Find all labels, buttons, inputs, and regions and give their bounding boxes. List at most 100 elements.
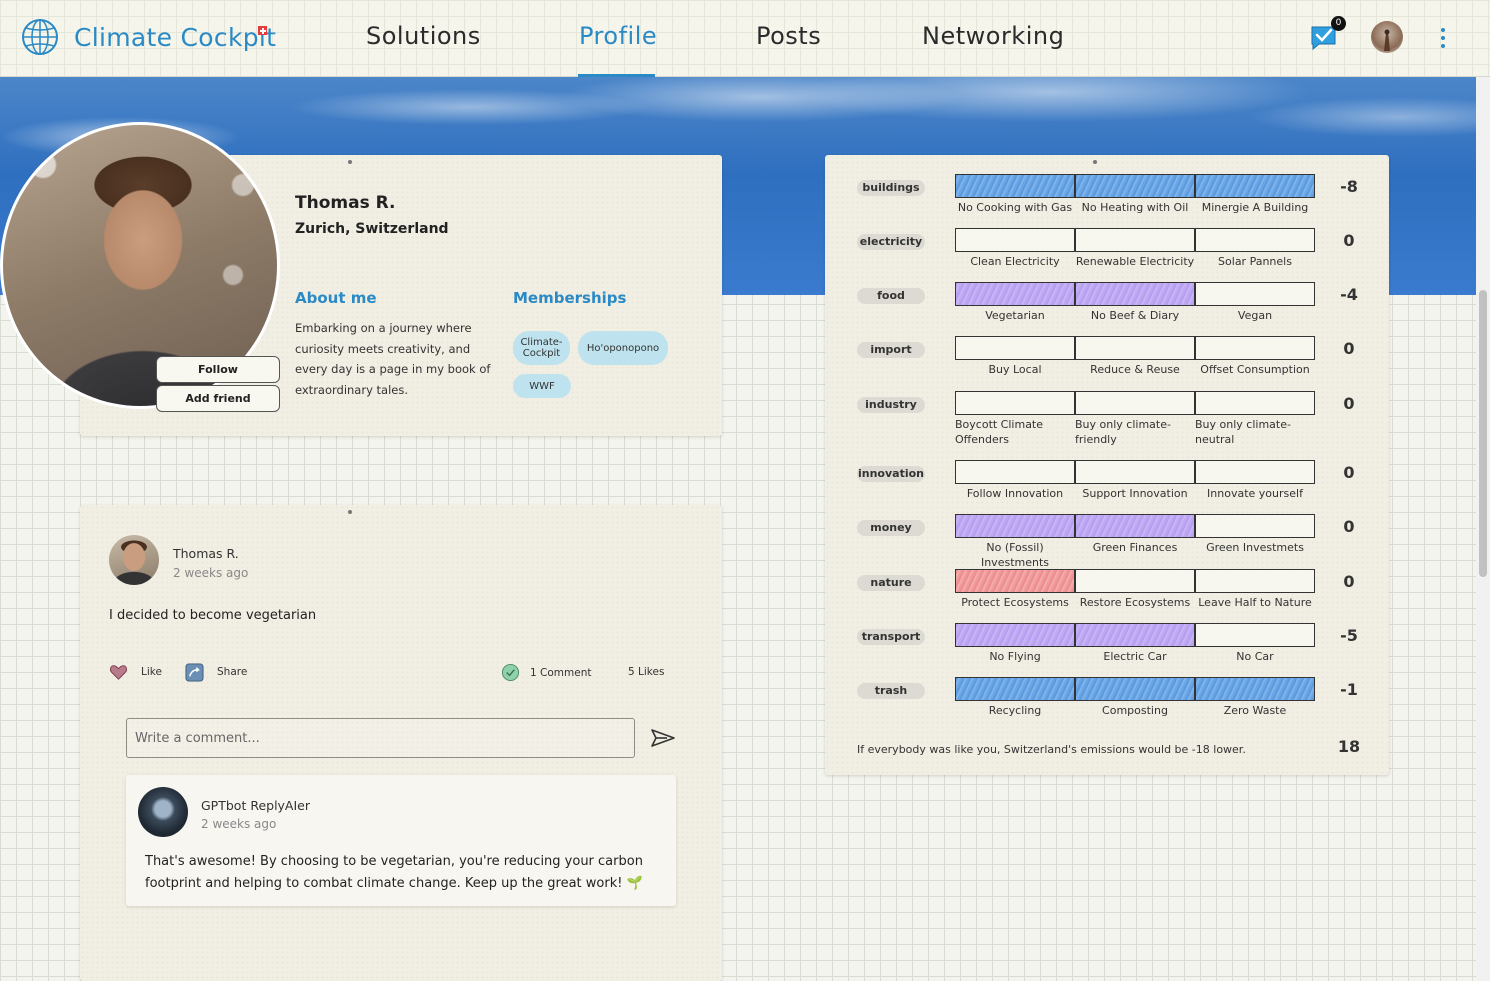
footprint-option-label: Vegetarian <box>985 309 1045 322</box>
footprint-category-label: innovation <box>857 466 925 482</box>
active-nav-indicator <box>578 74 655 77</box>
profile-name: Thomas R. <box>295 193 396 213</box>
footprint-option-toggle[interactable] <box>1075 460 1195 484</box>
likes-count[interactable]: 5 Likes <box>628 666 664 678</box>
user-avatar[interactable] <box>1371 21 1403 53</box>
nav-networking[interactable]: Networking <box>922 22 1064 50</box>
footprint-score: 0 <box>1343 339 1355 358</box>
footprint-option-toggle[interactable] <box>1075 282 1195 306</box>
footprint-category-label: food <box>857 288 925 304</box>
footprint-category-label: nature <box>857 575 925 591</box>
footprint-option-label: No Beef & Diary <box>1090 309 1180 322</box>
membership-pill[interactable]: WWF <box>513 374 571 398</box>
footprint-option-toggle[interactable] <box>955 336 1075 360</box>
membership-pill[interactable]: Ho'oponopono <box>578 331 668 365</box>
nav-posts[interactable]: Posts <box>756 22 821 50</box>
footprint-option-toggle[interactable] <box>955 623 1075 647</box>
footprint-option-label: Buy only climate-friendly <box>1075 418 1171 446</box>
post-timestamp: 2 weeks ago <box>173 566 249 580</box>
footprint-option-label: Buy only climate-neutral <box>1195 418 1291 446</box>
footprint-option-toggle[interactable] <box>955 569 1075 593</box>
climate-footprint-card: buildings No Cooking with Gas No Heating w… <box>825 155 1389 775</box>
footprint-option-label: Recycling <box>988 704 1042 717</box>
footprint-option-label: Clean Electricity <box>970 255 1060 268</box>
footprint-option-toggle[interactable] <box>955 282 1075 306</box>
footprint-option-toggle[interactable] <box>1195 514 1315 538</box>
footprint-category-label: money <box>857 520 925 536</box>
footprint-category-label: trash <box>857 683 925 699</box>
footprint-option-toggle[interactable] <box>1195 677 1315 701</box>
footprint-option-toggle[interactable] <box>1075 514 1195 538</box>
footprint-option-label: Green Finances <box>1092 541 1178 554</box>
about-me-text: Embarking on a journey where curiosity m… <box>295 321 491 397</box>
post-author-name[interactable]: Thomas R. <box>173 546 239 561</box>
footprint-option-toggle[interactable] <box>1075 677 1195 701</box>
footprint-option-label: Follow Innovation <box>966 487 1064 500</box>
footprint-score: 0 <box>1343 394 1355 413</box>
comment-icon[interactable] <box>501 663 520 682</box>
footprint-option-label: Boycott Climate Offenders <box>955 418 1044 446</box>
footprint-option-toggle[interactable] <box>1075 569 1195 593</box>
footprint-option-label: Offset Consumption <box>1200 363 1310 376</box>
add-friend-button[interactable]: Add friend <box>156 385 280 412</box>
footprint-option-toggle[interactable] <box>1195 282 1315 306</box>
share-button[interactable]: Share <box>217 666 247 678</box>
footprint-option-label: Support Innovation <box>1082 487 1188 500</box>
footprint-option-toggle[interactable] <box>1075 391 1195 415</box>
footprint-score: 0 <box>1343 463 1355 482</box>
app-logo[interactable]: Climate Cockpit <box>20 17 276 57</box>
heart-icon[interactable] <box>109 663 128 682</box>
footprint-option-toggle[interactable] <box>1075 623 1195 647</box>
footprint-score: 0 <box>1343 517 1355 536</box>
footprint-option-label: No Car <box>1236 650 1274 663</box>
footprint-option-toggle[interactable] <box>1195 228 1315 252</box>
reply-timestamp: 2 weeks ago <box>201 817 277 831</box>
footprint-option-toggle[interactable] <box>955 677 1075 701</box>
footprint-score: -4 <box>1340 285 1358 304</box>
footprint-option-toggle[interactable] <box>1075 228 1195 252</box>
footprint-option-toggle[interactable] <box>955 228 1075 252</box>
footprint-option-toggle[interactable] <box>1195 391 1315 415</box>
card-pin <box>1093 160 1097 164</box>
footprint-category-label: buildings <box>857 180 925 196</box>
reply-author-name[interactable]: GPTbot ReplyAIer <box>201 798 310 813</box>
footprint-summary: If everybody was like you, Switzerland's… <box>857 743 1246 756</box>
follow-button[interactable]: Follow <box>156 356 280 383</box>
reply-author-avatar[interactable] <box>138 787 188 837</box>
app-name: Climate Cockpit <box>74 22 277 52</box>
footprint-option-toggle[interactable] <box>955 460 1075 484</box>
footprint-option-toggle[interactable] <box>1195 460 1315 484</box>
more-options-icon[interactable] <box>1436 26 1450 50</box>
comments-count[interactable]: 1 Comment <box>530 667 591 679</box>
footprint-option-toggle[interactable] <box>1195 174 1315 198</box>
footprint-total: 18 <box>1337 737 1361 756</box>
footprint-option-toggle[interactable] <box>955 514 1075 538</box>
footprint-option-toggle[interactable] <box>1195 569 1315 593</box>
footprint-option-toggle[interactable] <box>1195 623 1315 647</box>
footprint-option-toggle[interactable] <box>1075 174 1195 198</box>
comment-input[interactable] <box>126 718 635 758</box>
scrollbar-thumb[interactable] <box>1479 290 1487 577</box>
membership-pill[interactable]: Climate-Cockpit <box>513 331 570 365</box>
footprint-score: -5 <box>1340 626 1358 645</box>
footprint-option-label: Minergie A Building <box>1201 201 1309 214</box>
footprint-category-label: electricity <box>857 234 925 250</box>
footprint-option-toggle[interactable] <box>955 391 1075 415</box>
send-icon[interactable] <box>650 727 676 749</box>
footprint-option-label: Innovate yourself <box>1207 487 1303 500</box>
profile-location: Zurich, Switzerland <box>295 221 449 237</box>
nav-solutions[interactable]: Solutions <box>366 22 481 50</box>
memberships-title: Memberships <box>513 289 627 307</box>
footprint-option-toggle[interactable] <box>1195 336 1315 360</box>
comment-reply: GPTbot ReplyAIer 2 weeks ago That's awes… <box>126 775 676 906</box>
post-author-avatar[interactable] <box>109 535 159 585</box>
footprint-option-label: No Heating with Oil <box>1081 201 1189 214</box>
footprint-option-label: Renewable Electricity <box>1075 255 1195 268</box>
footprint-category-label: transport <box>857 629 925 645</box>
footprint-option-toggle[interactable] <box>1075 336 1195 360</box>
share-icon[interactable] <box>185 663 204 682</box>
nav-profile[interactable]: Profile <box>579 22 657 50</box>
like-button[interactable]: Like <box>141 666 162 678</box>
top-navigation-bar: Climate Cockpit Solutions Profile Posts … <box>0 0 1490 77</box>
footprint-option-toggle[interactable] <box>955 174 1075 198</box>
